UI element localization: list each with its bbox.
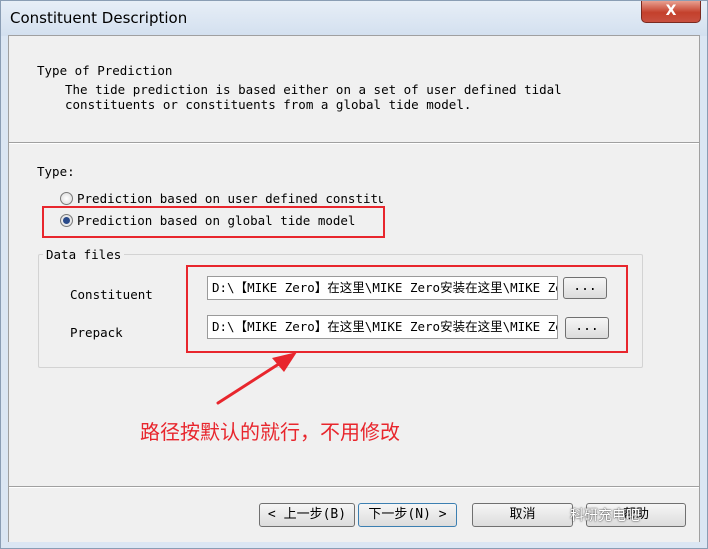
annotation-text: 路径按默认的就行，不用修改 xyxy=(140,420,400,444)
watermark: 科研充电吧 xyxy=(570,508,640,524)
annotation-arrow-icon xyxy=(216,352,297,405)
